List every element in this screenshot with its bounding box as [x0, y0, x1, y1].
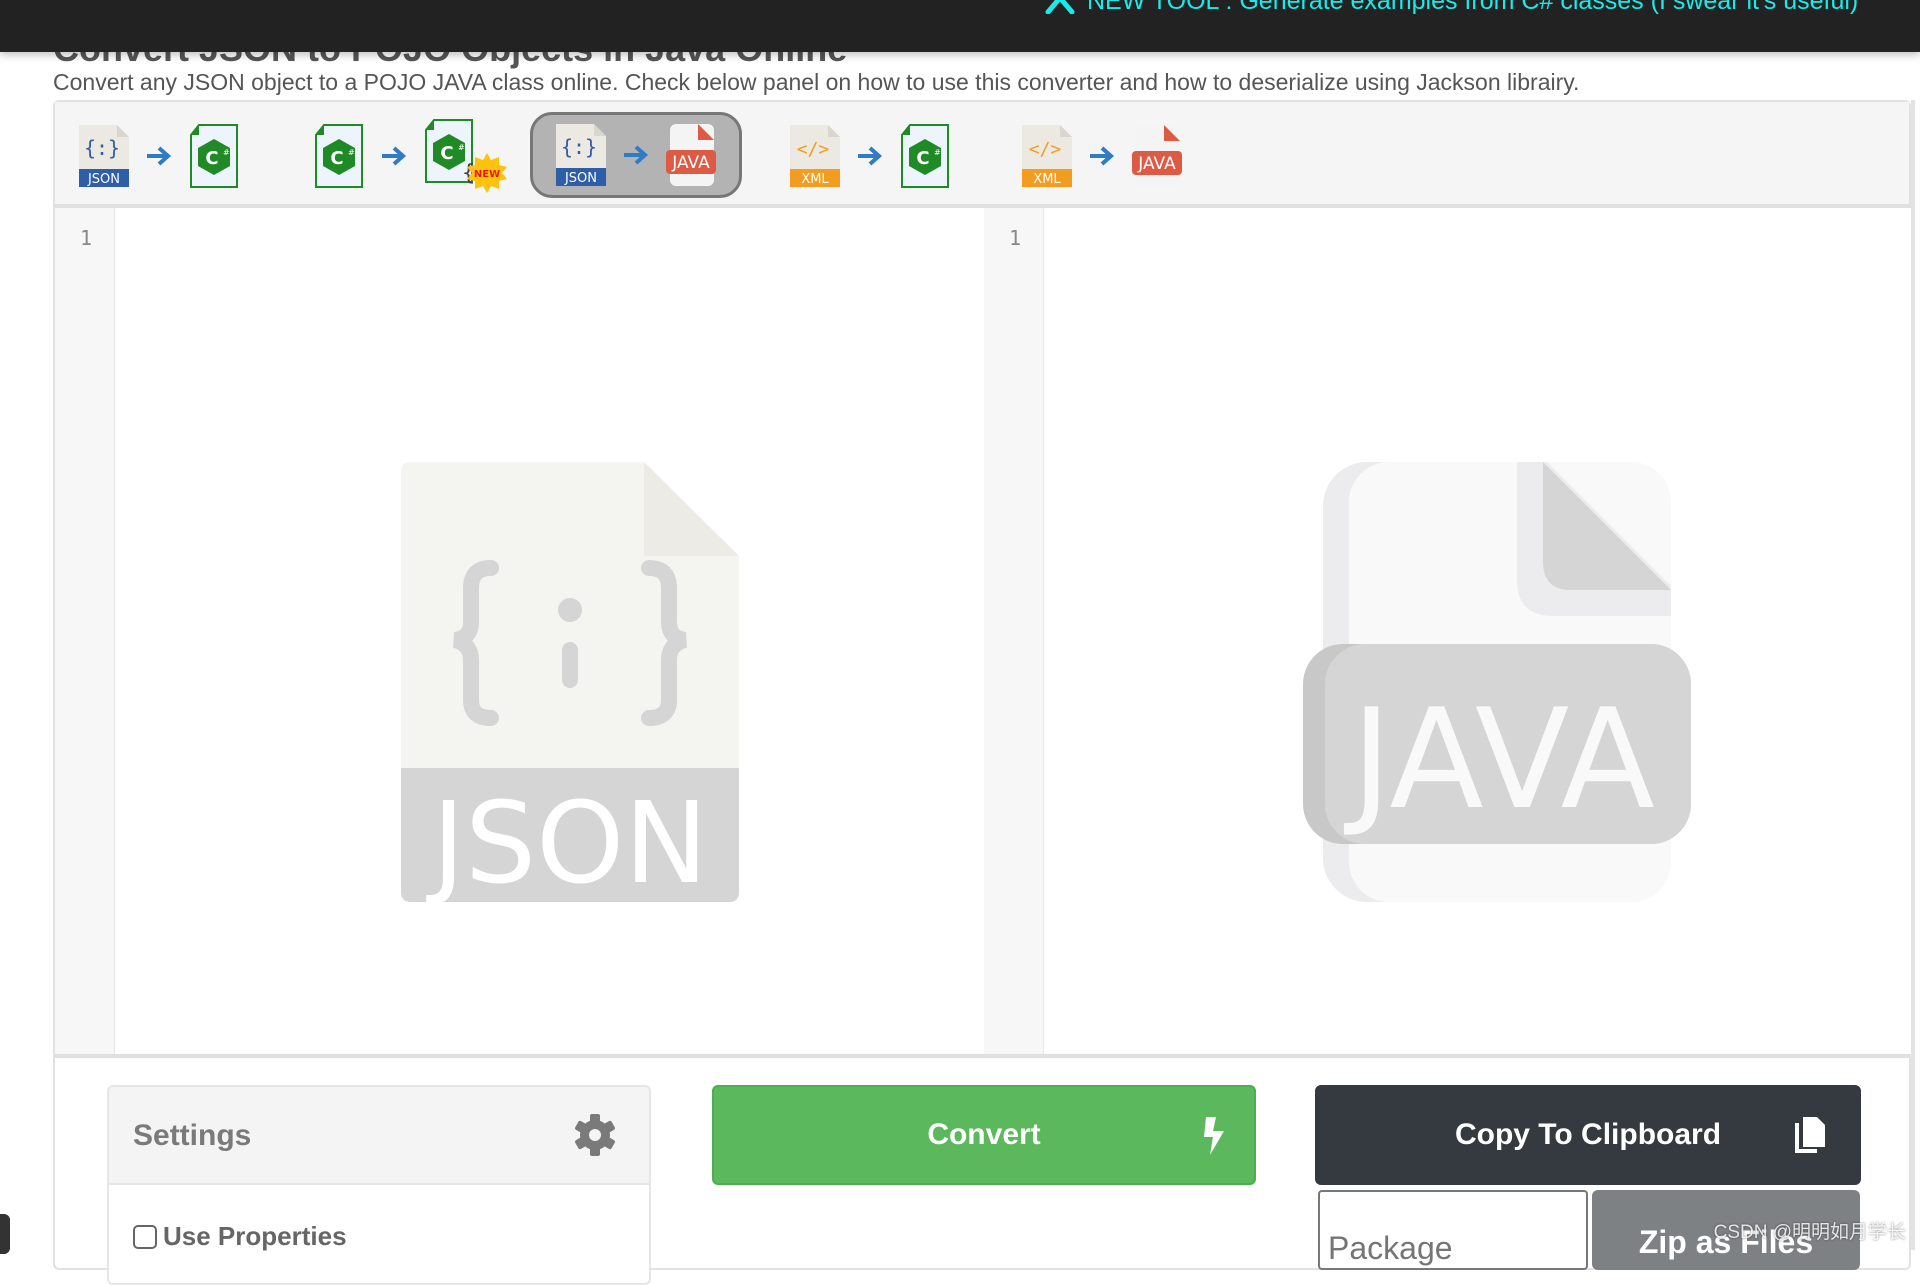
line-number: 1 [80, 226, 92, 250]
new-badge-icon: NEW [466, 152, 508, 194]
settings-header[interactable]: Settings [109, 1087, 649, 1185]
converter-xml-to-csharp[interactable]: </> XML C # [788, 118, 952, 194]
svg-text:JSON: JSON [426, 779, 708, 902]
json-editor-gutter: 1 [55, 208, 115, 1054]
converter-csharp-to-examples[interactable]: C # C # { NEW [312, 118, 512, 194]
json-file-icon: {:} JSON [77, 123, 131, 189]
watermark: CSDN @明明如月学长 [1714, 1217, 1906, 1244]
svg-text:XML: XML [1033, 172, 1061, 187]
use-properties-option[interactable]: Use Properties [133, 1221, 347, 1252]
java-placeholder-icon: JAVA [1303, 462, 1693, 902]
announcement-text: NEW TOOL : Generate examples from C# cla… [1087, 0, 1858, 16]
svg-text:C: C [440, 143, 453, 164]
json-file-icon: {:} JSON [554, 122, 608, 188]
svg-text:#: # [458, 143, 465, 152]
svg-text:JSON: JSON [87, 172, 120, 187]
java-output-gutter: 1 [984, 208, 1044, 1054]
settings-title: Settings [133, 1119, 251, 1153]
use-properties-checkbox[interactable] [133, 1225, 157, 1249]
convert-button[interactable]: Convert [712, 1085, 1256, 1185]
side-feedback-tab[interactable] [0, 1214, 10, 1254]
converter-json-to-java[interactable]: {:} JSON JAVA [530, 112, 742, 198]
csharp-file-icon: C # [898, 123, 952, 189]
new-tool-announcement-link[interactable]: NEW TOOL : Generate examples from C# cla… [1045, 0, 1858, 16]
arrow-right-icon [1088, 145, 1116, 167]
convert-label: Convert [927, 1118, 1040, 1152]
arrow-right-icon [145, 145, 173, 167]
converter-toolbar: {:} JSON C # C # [55, 102, 1909, 208]
arrow-right-icon [856, 145, 884, 167]
top-nav-bar: NEW TOOL : Generate examples from C# cla… [0, 0, 1920, 52]
converter-xml-to-java[interactable]: </> XML JAVA [1020, 118, 1184, 194]
package-input[interactable] [1318, 1190, 1588, 1270]
json-input-editor[interactable]: JSON [115, 208, 984, 1054]
svg-text:#: # [348, 148, 355, 157]
svg-text:JAVA: JAVA [671, 153, 710, 173]
svg-text:{:}: {:} [84, 136, 120, 160]
converter-json-to-csharp[interactable]: {:} JSON C # [77, 118, 241, 194]
svg-text:C: C [330, 148, 343, 169]
line-number: 1 [1009, 226, 1021, 250]
copy-to-clipboard-button[interactable]: Copy To Clipboard [1315, 1085, 1861, 1185]
svg-text:</>: </> [797, 139, 830, 160]
java-file-icon: JAVA [664, 122, 718, 188]
svg-text:</>: </> [1029, 139, 1062, 160]
json-placeholder-icon: JSON [401, 462, 739, 902]
copy-icon [1795, 1115, 1827, 1153]
csharp-file-icon: C # [187, 123, 241, 189]
svg-text:C: C [916, 148, 929, 169]
page-subtitle: Convert any JSON object to a POJO JAVA c… [53, 69, 1579, 96]
editors-area: 1 JSON 1 J [55, 208, 1909, 1058]
gear-icon[interactable] [573, 1113, 617, 1157]
svg-text:{:}: {:} [561, 135, 597, 159]
tools-icon [1045, 0, 1075, 14]
svg-text:JAVA: JAVA [1343, 679, 1655, 840]
settings-panel: Settings Use Properties [107, 1085, 651, 1285]
svg-text:NEW: NEW [474, 169, 500, 180]
xml-file-icon: </> XML [788, 123, 842, 189]
csharp-file-icon: C # [312, 123, 366, 189]
use-properties-label: Use Properties [163, 1221, 347, 1252]
page-scrollbar[interactable] [1911, 100, 1915, 1250]
svg-text:JSON: JSON [564, 171, 597, 186]
svg-text:#: # [934, 148, 941, 157]
arrow-right-icon [622, 144, 650, 166]
svg-text:#: # [223, 148, 230, 157]
svg-text:C: C [205, 148, 218, 169]
lightning-icon [1202, 1117, 1226, 1155]
java-output-editor[interactable]: JAVA [1044, 208, 1911, 1054]
java-file-icon: JAVA [1130, 123, 1184, 189]
converter-panel: {:} JSON C # C # [53, 100, 1911, 1270]
svg-text:XML: XML [801, 172, 829, 187]
svg-text:JAVA: JAVA [1137, 154, 1176, 174]
xml-file-icon: </> XML [1020, 123, 1074, 189]
copy-label: Copy To Clipboard [1455, 1118, 1721, 1152]
arrow-right-icon [380, 145, 408, 167]
